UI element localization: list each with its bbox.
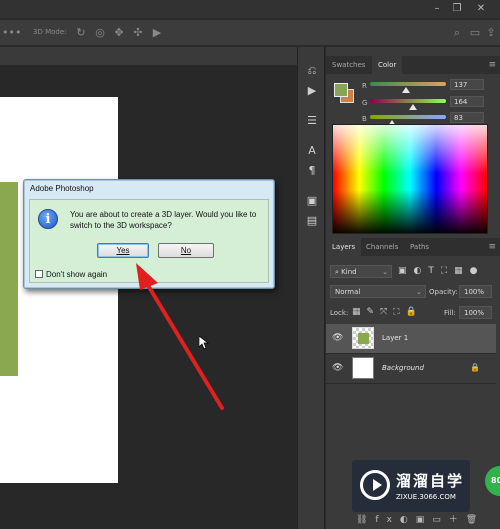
play-logo-icon — [360, 470, 390, 500]
arrow-shaft — [144, 280, 224, 410]
watermark-title: 溜溜自学 — [396, 472, 465, 490]
mouse-cursor-icon — [199, 336, 209, 350]
arrow-head — [136, 263, 158, 290]
watermark-url: ZIXUE.3066.COM — [396, 493, 456, 501]
annotation-arrow — [136, 263, 224, 410]
watermark: 溜溜自学 ZIXUE.3066.COM — [352, 460, 470, 512]
